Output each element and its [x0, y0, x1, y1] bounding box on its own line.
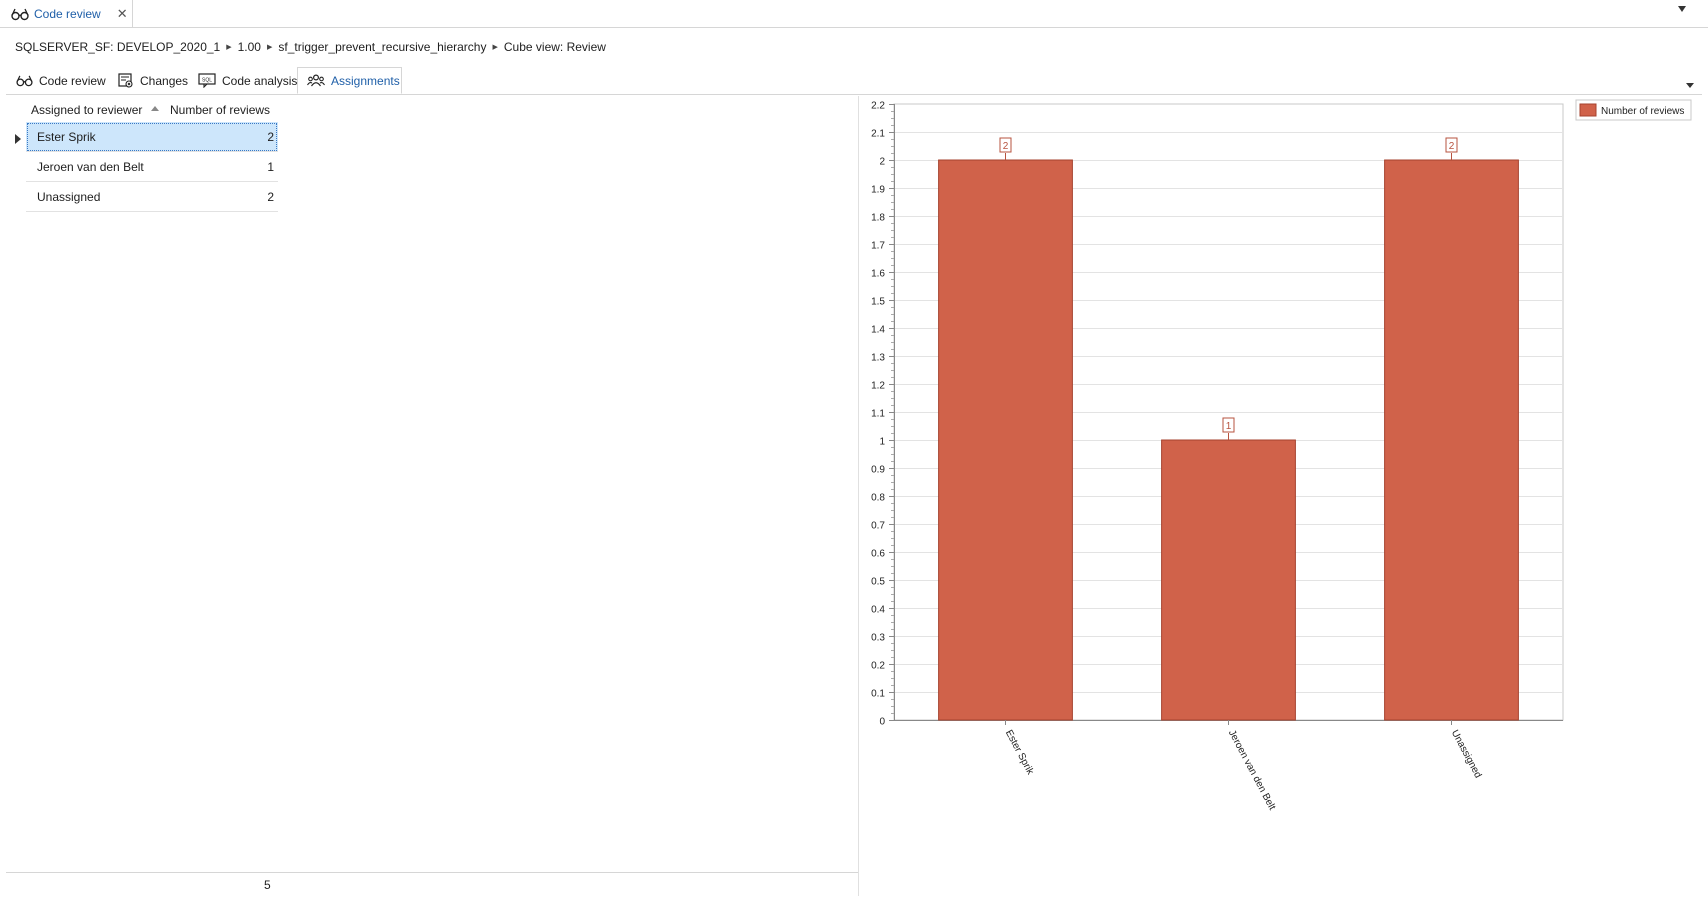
tab-overflow-dropdown-icon[interactable] — [1686, 83, 1694, 88]
breadcrumb-separator-icon: ▶ — [266, 44, 273, 51]
panel-splitter[interactable] — [858, 96, 859, 896]
y-tick-label: 0.8 — [871, 493, 885, 504]
y-tick-label: 1.5 — [871, 297, 885, 308]
users-icon — [307, 74, 325, 87]
sql-analysis-icon: SQL — [198, 73, 216, 88]
legend-swatch — [1579, 103, 1597, 117]
bar — [1384, 159, 1519, 721]
document-tab-strip: Code review ✕ — [0, 0, 1708, 28]
data-label: 2 — [1449, 141, 1455, 152]
table-row[interactable]: Jeroen van den Belt 1 — [26, 152, 278, 182]
cell-reviewer: Unassigned — [37, 190, 101, 204]
breadcrumb-item-object[interactable]: sf_trigger_prevent_recursive_hierarchy — [278, 40, 486, 54]
document-tab-code-review[interactable]: Code review ✕ — [0, 0, 133, 27]
reviews-bar-chart: 0 0.1 0.2 0.3 0.4 0.5 0.6 0.7 0.8 0.9 1 1.1 1.2 1.3 1.… — [860, 96, 1708, 902]
table-row[interactable]: Ester Sprik 2 — [26, 122, 278, 152]
y-tick-label: 2.2 — [871, 101, 885, 112]
glasses-icon — [11, 8, 29, 20]
legend-label: Number of reviews — [1601, 106, 1684, 117]
breadcrumb-separator-icon: ▶ — [492, 44, 498, 51]
cell-count: 2 — [267, 130, 274, 144]
y-tick-label: 1.1 — [871, 409, 885, 420]
tab-label: Code review — [39, 73, 106, 88]
tab-list-dropdown-icon[interactable] — [1678, 6, 1686, 12]
y-tick-label: 0.2 — [871, 661, 885, 672]
close-icon[interactable]: ✕ — [117, 6, 128, 22]
data-label: 1 — [1226, 421, 1232, 432]
cell-reviewer: Jeroen van den Belt — [37, 160, 144, 174]
table-row[interactable]: Unassigned 2 — [26, 182, 278, 212]
y-tick-label: 0.4 — [871, 605, 885, 616]
column-header-number-of-reviews[interactable]: Number of reviews — [170, 103, 270, 117]
breadcrumb-separator-icon: ▶ — [226, 44, 232, 51]
cell-count: 2 — [267, 190, 274, 204]
y-tick-label: 0 — [879, 717, 885, 728]
x-tick-label: Unassigned — [1449, 728, 1484, 780]
row-indicator-icon — [15, 134, 21, 144]
y-tick-label: 1 — [879, 437, 885, 448]
y-tick-label: 0.3 — [871, 633, 885, 644]
bar — [1161, 439, 1296, 721]
bar — [938, 159, 1073, 721]
column-header-assigned-to-reviewer[interactable]: Assigned to reviewer — [31, 103, 160, 117]
tab-label: Code analysis — [222, 73, 298, 88]
y-tick-label: 2 — [879, 157, 885, 168]
y-tick-label: 0.7 — [871, 521, 885, 532]
y-tick-label: 0.1 — [871, 689, 885, 700]
cell-reviewer: Ester Sprik — [37, 130, 96, 144]
y-tick-label: 1.6 — [871, 269, 885, 280]
x-tick-label: Jeroen van den Belt — [1226, 728, 1278, 812]
document-tab-title: Code review — [34, 6, 101, 21]
y-tick-label: 2.1 — [871, 129, 885, 140]
y-tick-label: 0.9 — [871, 465, 885, 476]
tab-code-analysis[interactable]: SQL Code analysis — [198, 67, 297, 94]
cell-count: 1 — [267, 160, 274, 174]
assignments-grid: Assigned to reviewer Number of reviews E… — [6, 96, 858, 896]
breadcrumb-item-version[interactable]: 1.00 — [238, 40, 261, 54]
tab-code-review[interactable]: Code review — [16, 67, 106, 94]
sort-ascending-icon — [151, 106, 160, 112]
y-tick-label: 1.4 — [871, 325, 885, 336]
glasses-icon — [16, 75, 33, 87]
grid-footer-total: 5 — [264, 878, 271, 892]
grid-header: Assigned to reviewer Number of reviews — [6, 96, 858, 122]
data-label: 2 — [1003, 141, 1009, 152]
tab-changes[interactable]: Changes — [118, 67, 188, 94]
tab-assignments[interactable]: Assignments — [297, 67, 402, 94]
column-header-label: Assigned to reviewer — [31, 103, 143, 117]
y-tick-label: 1.7 — [871, 241, 885, 252]
chart-svg: 0 0.1 0.2 0.3 0.4 0.5 0.6 0.7 0.8 0.9 1 1.1 1.2 1.3 1.… — [871, 99, 1692, 812]
x-tick-label: Ester Sprik — [1003, 728, 1036, 777]
y-tick-label: 1.8 — [871, 213, 885, 224]
svg-text:SQL: SQL — [202, 78, 212, 84]
breadcrumb-item-connection[interactable]: SQLSERVER_SF: DEVELOP_2020_1 — [15, 40, 220, 54]
y-tick-label: 0.5 — [871, 577, 885, 588]
y-tick-label: 1.3 — [871, 353, 885, 364]
grid-footer-divider — [6, 872, 858, 873]
y-tick-label: 1.9 — [871, 185, 885, 196]
tab-label: Assignments — [331, 73, 400, 88]
tab-label: Changes — [140, 73, 189, 88]
view-tab-bar: Code review Changes SQL Code analysis As… — [6, 67, 1702, 95]
y-tick-label: 0.6 — [871, 549, 885, 560]
breadcrumb: SQLSERVER_SF: DEVELOP_2020_1 ▶ 1.00 ▶ sf… — [15, 39, 606, 55]
breadcrumb-item-view[interactable]: Cube view: Review — [504, 40, 606, 54]
y-tick-label: 1.2 — [871, 381, 885, 392]
changes-icon — [118, 73, 133, 88]
